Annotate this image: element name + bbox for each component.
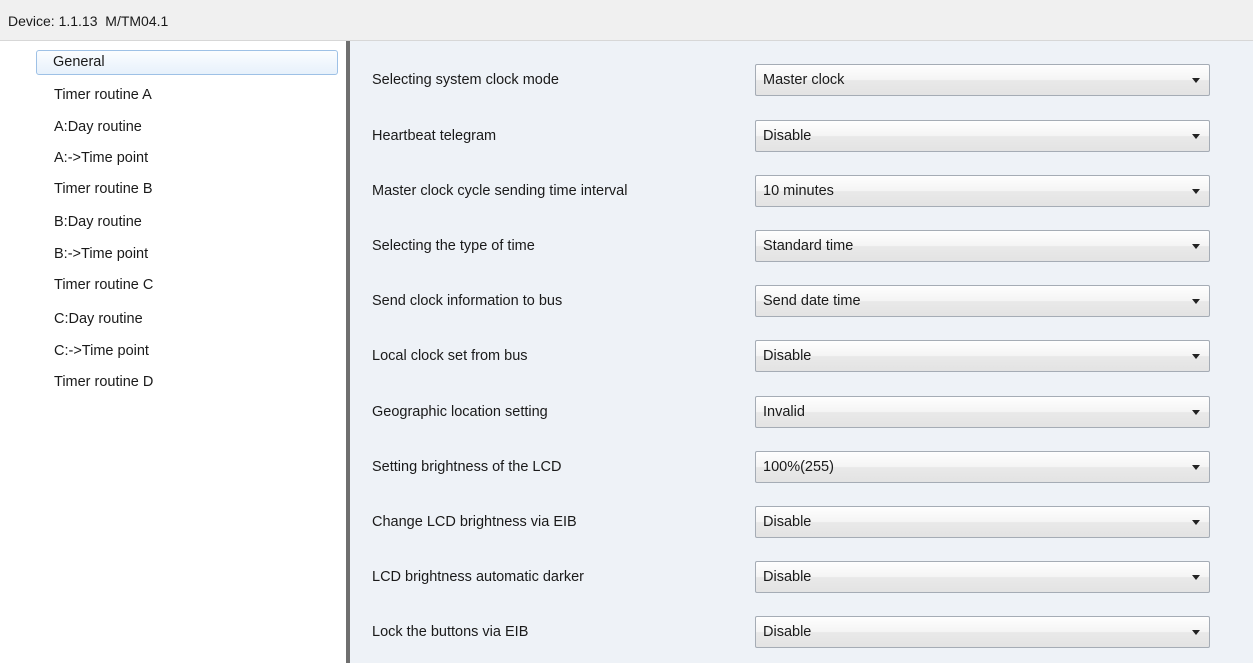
param-select[interactable]: Invalid [755,396,1210,428]
chevron-down-icon [1192,575,1200,580]
param-value: Send date time [763,293,861,309]
chevron-down-icon [1192,299,1200,304]
chevron-down-icon [1192,134,1200,139]
sidebar-item-general[interactable]: General [36,50,338,75]
sidebar-item-timer-routine-b[interactable]: Timer routine B [38,177,340,202]
param-value: 10 minutes [763,183,834,199]
param-row: Heartbeat telegram Disable [350,108,1253,163]
param-select[interactable]: Standard time [755,230,1210,262]
device-title: Device: 1.1.13 M/TM04.1 [8,13,169,29]
sidebar-item-timer-routine-a[interactable]: Timer routine A [38,83,340,108]
param-value: Standard time [763,238,854,254]
chevron-down-icon [1192,78,1200,83]
param-value: Master clock [763,72,845,88]
param-select[interactable]: Send date time [755,285,1210,317]
device-title-bar: Device: 1.1.13 M/TM04.1 [0,0,1253,41]
param-label: Geographic location setting [372,404,548,420]
param-value: 100%(255) [763,459,834,475]
param-value: Disable [763,569,812,585]
sidebar-item-timer-routine-c[interactable]: Timer routine C [38,273,340,298]
param-label: Heartbeat telegram [372,128,497,144]
param-row: Setting brightness of the LCD 100%(255) [350,439,1253,494]
sidebar-item-b-day-routine[interactable]: B:Day routine [38,210,340,235]
param-select[interactable]: 100%(255) [755,451,1210,483]
param-label: Setting brightness of the LCD [372,459,562,475]
param-select[interactable]: Disable [755,120,1210,152]
param-select[interactable]: Disable [755,616,1210,648]
param-label: Selecting the type of time [372,238,535,254]
param-row: Selecting system clock mode Master clock [350,52,1253,107]
param-value: Disable [763,128,812,144]
chevron-down-icon [1192,630,1200,635]
param-label: Send clock information to bus [372,293,563,309]
param-row: LCD brightness automatic darker Disable [350,549,1253,604]
param-select[interactable]: Master clock [755,64,1210,96]
param-row: Selecting the type of time Standard time [350,218,1253,273]
param-label: Master clock cycle sending time interval [372,183,628,199]
param-select[interactable]: Disable [755,506,1210,538]
chevron-down-icon [1192,520,1200,525]
sidebar-item-c-day-routine[interactable]: C:Day routine [38,307,340,332]
param-select[interactable]: Disable [755,561,1210,593]
parameter-panel: Selecting system clock mode Master clock… [350,41,1253,663]
sidebar-item-a-time-point[interactable]: A:->Time point [38,146,340,171]
chevron-down-icon [1192,244,1200,249]
param-row: Geographic location setting Invalid [350,384,1253,439]
sidebar: General Timer routine A A:Day routine A:… [0,41,346,663]
chevron-down-icon [1192,189,1200,194]
sidebar-item-c-time-point[interactable]: C:->Time point [38,339,340,364]
param-label: Local clock set from bus [372,348,528,364]
chevron-down-icon [1192,410,1200,415]
sidebar-item-b-time-point[interactable]: B:->Time point [38,242,340,267]
param-select[interactable]: 10 minutes [755,175,1210,207]
chevron-down-icon [1192,465,1200,470]
param-select[interactable]: Disable [755,340,1210,372]
param-value: Disable [763,624,812,640]
sidebar-item-timer-routine-d[interactable]: Timer routine D [38,370,340,395]
param-row: Send clock information to bus Send date … [350,273,1253,328]
param-value: Disable [763,514,812,530]
param-label: Lock the buttons via EIB [372,624,529,640]
param-value: Invalid [763,404,805,420]
param-row: Master clock cycle sending time interval… [350,163,1253,218]
param-row: Lock the buttons via EIB Disable [350,604,1253,659]
sidebar-item-a-day-routine[interactable]: A:Day routine [38,115,340,140]
param-label: Selecting system clock mode [372,72,559,88]
param-row: Change LCD brightness via EIB Disable [350,494,1253,549]
param-row: Local clock set from bus Disable [350,328,1253,383]
param-value: Disable [763,348,812,364]
chevron-down-icon [1192,354,1200,359]
param-label: Change LCD brightness via EIB [372,514,577,530]
param-label: LCD brightness automatic darker [372,569,584,585]
